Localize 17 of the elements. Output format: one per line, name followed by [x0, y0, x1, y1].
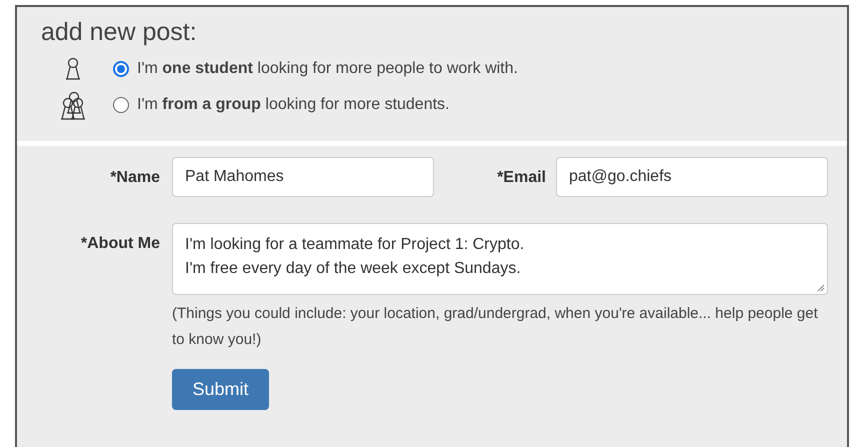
- form-heading: add new post:: [41, 17, 197, 47]
- submit-button[interactable]: Submit: [172, 369, 269, 410]
- option-label: I'm from a group looking for more students.: [137, 95, 450, 115]
- email-field[interactable]: pat@go.chiefs: [556, 157, 828, 197]
- help-text: (Things you could include: your location, grad/undergrad, when you're available... help people get to know you!): [172, 304, 819, 350]
- resize-handle-icon: [817, 284, 825, 292]
- text-line: I'm free every day of the week except Sundays.: [185, 259, 521, 279]
- text-line: I'm looking for a teammate for Project 1: Crypto.: [185, 235, 524, 255]
- about-me-field[interactable]: I'm looking for a teammate for Project 1: Crypto. I'm free every day of the week except Sundays.: [172, 223, 828, 295]
- radio-button[interactable]: [113, 97, 129, 113]
- option-label: I'm one student looking for more people to work with.: [137, 59, 518, 79]
- field-label: *Email: [496, 168, 547, 188]
- field-label: *Name: [109, 168, 160, 188]
- name-field[interactable]: Pat Mahomes: [172, 157, 434, 197]
- radio-button[interactable]: [113, 61, 129, 77]
- people-icon: [60, 89, 86, 121]
- field-label: *About Me: [80, 234, 160, 254]
